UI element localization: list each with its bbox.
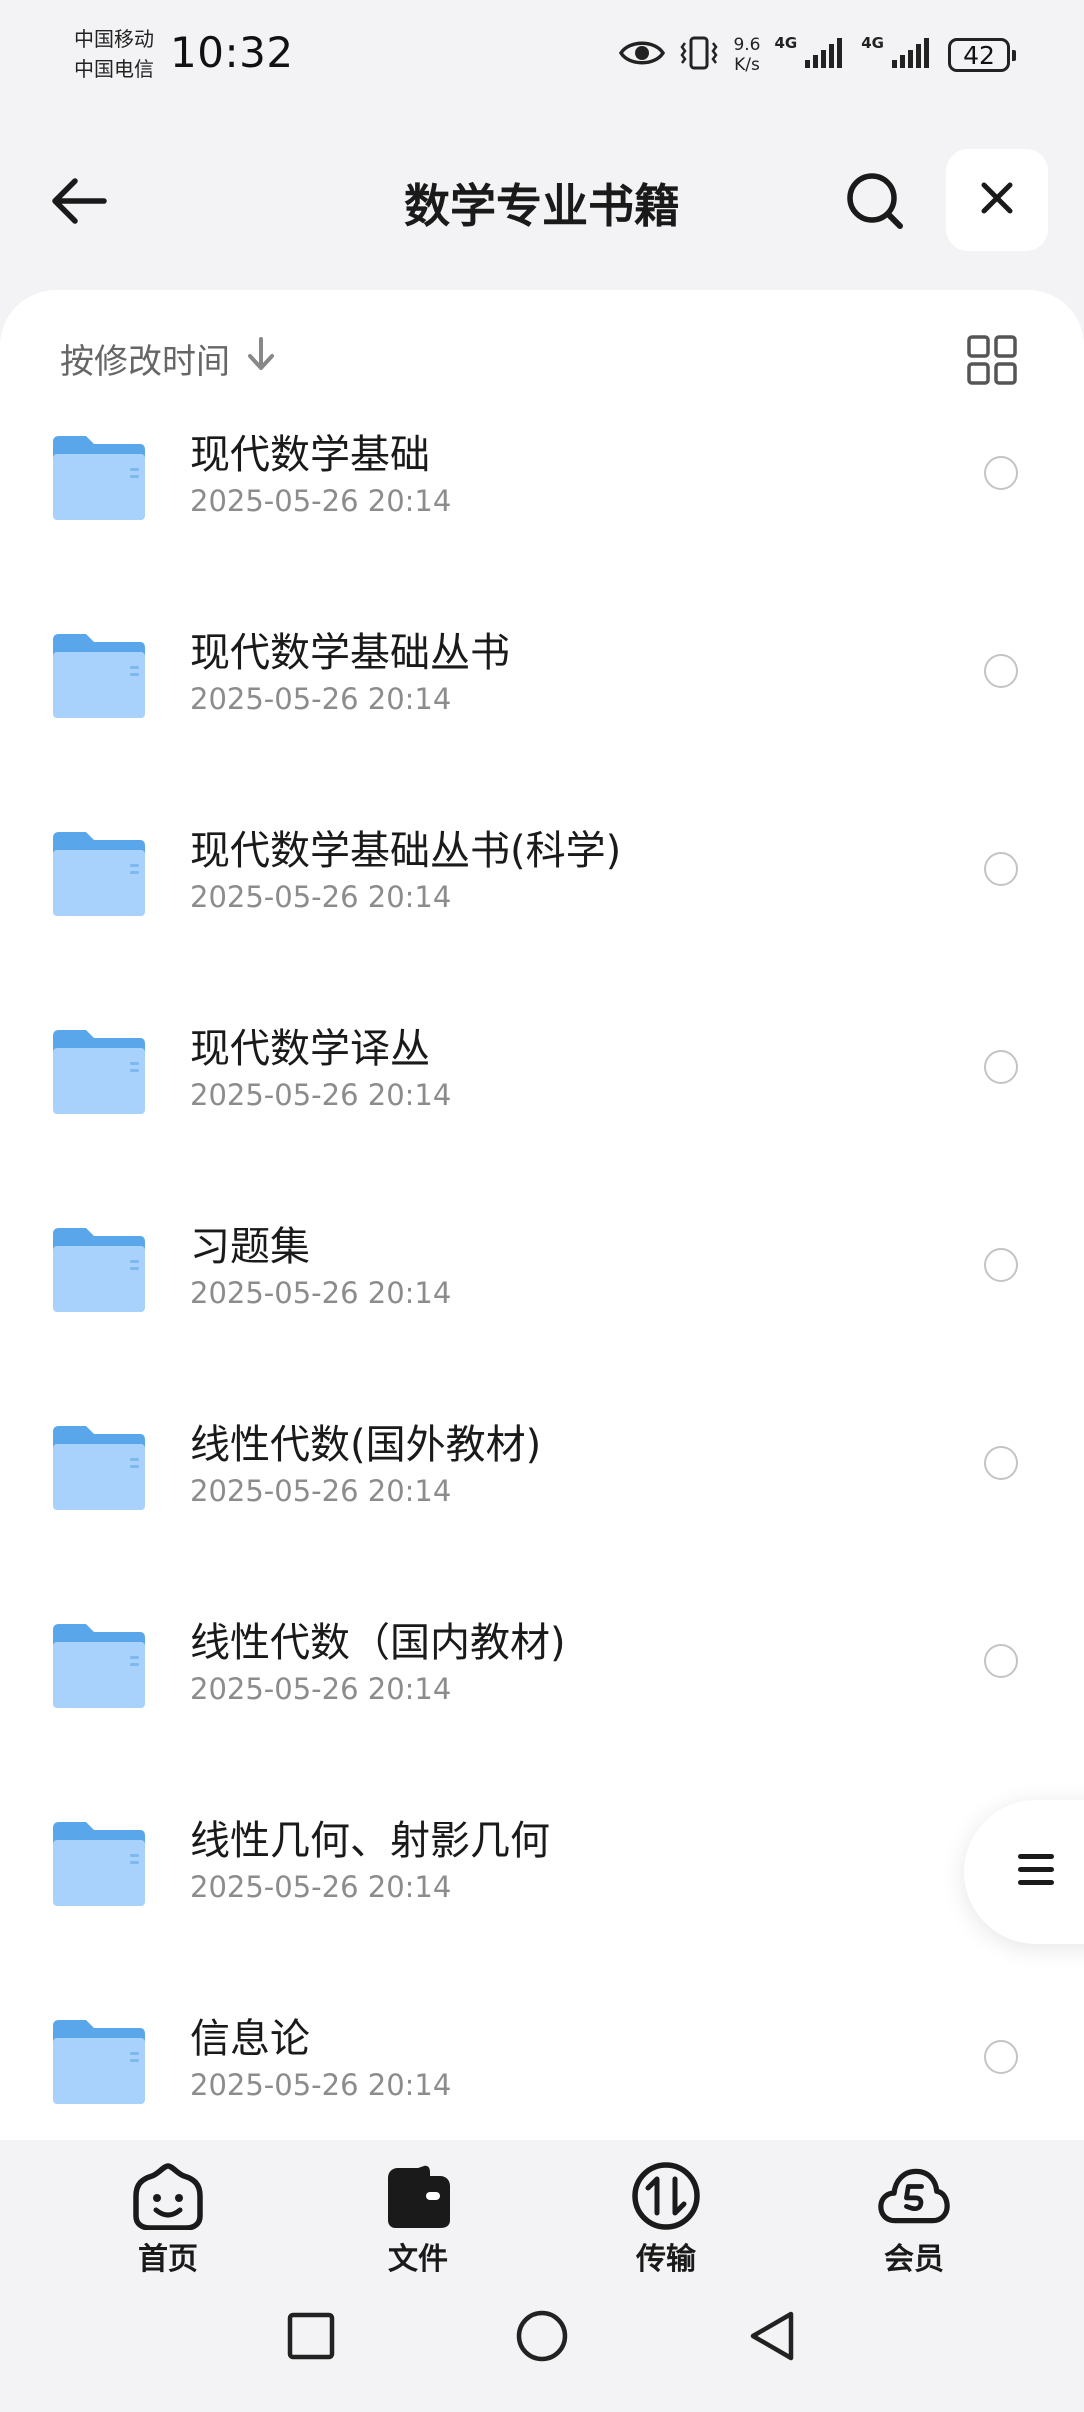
net-speed: 9.6 K/s xyxy=(733,35,760,75)
folder-icon xyxy=(50,2014,148,2106)
nav-label-files: 文件 xyxy=(388,2242,448,2277)
list-item[interactable]: 现代数学基础 2025-05-26 20:14 xyxy=(0,420,1084,618)
list-item[interactable]: 线性代数(国外教材) 2025-05-26 20:14 xyxy=(0,1410,1084,1608)
file-date: 2025-05-26 20:14 xyxy=(190,1474,452,1508)
folder-icon xyxy=(50,826,148,918)
cloud-member-icon xyxy=(878,2160,950,2232)
list-item[interactable]: 线性代数（国内教材) 2025-05-26 20:14 xyxy=(0,1608,1084,1806)
status-icons: 9.6 K/s 4G 4G 42 xyxy=(619,30,1016,80)
file-name: 线性几何、射影几何 xyxy=(190,1818,550,1864)
folder-icon xyxy=(50,1420,148,1512)
back-icon xyxy=(747,2309,797,2367)
grid-view-button[interactable] xyxy=(966,334,1018,386)
bottom-nav: 首页 文件 传输 会员 xyxy=(0,2140,1084,2280)
file-date: 2025-05-26 20:14 xyxy=(190,1078,452,1112)
folder-icon xyxy=(50,1816,148,1908)
folder-icon xyxy=(50,1618,148,1710)
file-date: 2025-05-26 20:14 xyxy=(190,1276,452,1310)
smile-home-icon xyxy=(132,2160,204,2232)
carrier-info: 中国移动 中国电信 xyxy=(74,24,154,84)
select-checkbox[interactable] xyxy=(984,456,1018,490)
select-checkbox[interactable] xyxy=(984,1644,1018,1678)
grid-view-icon xyxy=(966,335,1018,390)
select-checkbox[interactable] xyxy=(984,1248,1018,1282)
recent-apps-button[interactable] xyxy=(281,2308,341,2368)
folder-icon xyxy=(50,1222,148,1314)
file-name: 现代数学基础 xyxy=(190,432,430,478)
arrow-down-icon xyxy=(246,336,276,381)
file-list: 现代数学基础 2025-05-26 20:14 现代数学基础丛书 2025-05… xyxy=(0,420,1084,2140)
list-item[interactable]: 信息论 2025-05-26 20:14 xyxy=(0,2004,1084,2140)
system-nav-bar xyxy=(0,2280,1084,2412)
system-back-button[interactable] xyxy=(742,2308,802,2368)
menu-lines-icon xyxy=(1016,1851,1056,1893)
file-name: 线性代数（国内教材) xyxy=(190,1620,566,1666)
close-button[interactable] xyxy=(946,149,1048,251)
search-icon xyxy=(844,170,906,236)
nav-label-member: 会员 xyxy=(884,2242,944,2277)
file-name: 现代数学译丛 xyxy=(190,1026,430,1072)
recent-apps-icon xyxy=(286,2311,336,2365)
nav-label-home: 首页 xyxy=(138,2242,198,2277)
select-checkbox[interactable] xyxy=(984,2040,1018,2074)
file-date: 2025-05-26 20:14 xyxy=(190,484,452,518)
network-type-2: 4G xyxy=(861,34,884,52)
list-item[interactable]: 现代数学基础丛书(科学) 2025-05-26 20:14 xyxy=(0,816,1084,1014)
list-item[interactable]: 现代数学基础丛书 2025-05-26 20:14 xyxy=(0,618,1084,816)
signal-icon xyxy=(803,36,847,74)
nav-item-transfer[interactable]: 传输 xyxy=(596,2160,736,2278)
page-title: 数学专业书籍 xyxy=(404,179,680,233)
vibrate-icon xyxy=(679,35,719,75)
folder-icon xyxy=(50,1024,148,1116)
battery-level: 42 xyxy=(963,40,995,70)
select-checkbox[interactable] xyxy=(984,1446,1018,1480)
home-button[interactable] xyxy=(512,2308,572,2368)
file-date: 2025-05-26 20:14 xyxy=(190,1672,452,1706)
sort-bar: 按修改时间 xyxy=(0,290,1084,410)
folder-icon xyxy=(50,628,148,720)
home-icon xyxy=(515,2309,569,2367)
status-bar: 中国移动 中国电信 10:32 9.6 K/s 4G 4G 42 xyxy=(0,0,1084,110)
nav-item-member[interactable]: 会员 xyxy=(844,2160,984,2278)
list-item[interactable]: 习题集 2025-05-26 20:14 xyxy=(0,1212,1084,1410)
select-checkbox[interactable] xyxy=(984,654,1018,688)
file-browser: 按修改时间 现代数学基础 2025-05-26 20:14 现代数学基础丛书 2… xyxy=(0,290,1084,2140)
battery-icon: 42 xyxy=(948,38,1016,72)
select-checkbox[interactable] xyxy=(984,1050,1018,1084)
file-date: 2025-05-26 20:14 xyxy=(190,880,452,914)
sort-button[interactable]: 按修改时间 xyxy=(60,334,276,383)
carrier-2: 中国电信 xyxy=(74,57,154,81)
search-button[interactable] xyxy=(840,168,910,238)
signal-icon xyxy=(890,36,934,74)
status-time: 10:32 xyxy=(170,28,294,77)
close-icon xyxy=(979,180,1015,220)
eye-icon xyxy=(619,36,666,74)
sort-label: 按修改时间 xyxy=(60,342,230,382)
list-item[interactable]: 现代数学译丛 2025-05-26 20:14 xyxy=(0,1014,1084,1212)
nav-label-transfer: 传输 xyxy=(636,2242,696,2277)
file-date: 2025-05-26 20:14 xyxy=(190,682,452,716)
header: 数学专业书籍 xyxy=(0,140,1084,260)
folder-icon xyxy=(50,430,148,522)
file-name: 线性代数(国外教材) xyxy=(190,1422,542,1468)
file-date: 2025-05-26 20:14 xyxy=(190,1870,452,1904)
file-name: 习题集 xyxy=(190,1224,310,1270)
file-name: 信息论 xyxy=(190,2016,310,2062)
carrier-1: 中国移动 xyxy=(74,27,154,51)
net-speed-value: 9.6 xyxy=(733,35,761,55)
select-checkbox[interactable] xyxy=(984,852,1018,886)
nav-item-files[interactable]: 文件 xyxy=(348,2160,488,2278)
list-item[interactable]: 线性几何、射影几何 2025-05-26 20:14 xyxy=(0,1806,1084,2004)
net-speed-unit: K/s xyxy=(734,55,760,75)
transfer-icon xyxy=(630,2160,702,2232)
nav-item-home[interactable]: 首页 xyxy=(98,2160,238,2278)
file-date: 2025-05-26 20:14 xyxy=(190,2068,452,2102)
wallet-file-icon xyxy=(382,2160,454,2232)
file-name: 现代数学基础丛书 xyxy=(190,630,510,676)
network-type-1: 4G xyxy=(774,34,798,52)
file-name: 现代数学基础丛书(科学) xyxy=(190,828,622,874)
